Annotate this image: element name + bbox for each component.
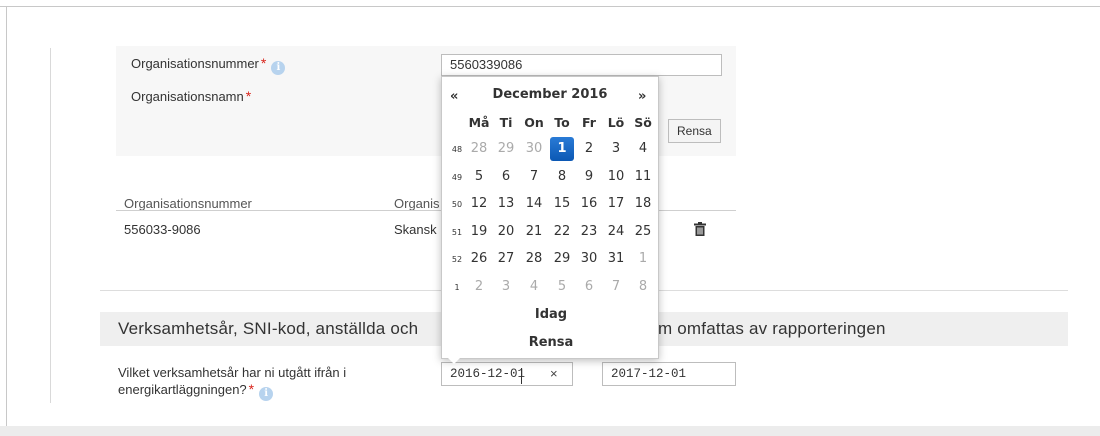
week-number: 49: [451, 172, 463, 182]
day-cell[interactable]: 29: [494, 137, 518, 161]
weekday-header: On: [524, 115, 544, 130]
day-cell[interactable]: 4: [522, 275, 546, 299]
weekday-header: Ti: [499, 115, 513, 130]
day-cell[interactable]: 3: [494, 275, 518, 299]
day-cell[interactable]: 21: [522, 220, 546, 244]
orgnr-label: Organisationsnummer * i: [131, 55, 286, 75]
week-number: 50: [451, 200, 463, 209]
question-line-2: energikartläggningen? * i: [118, 381, 418, 401]
text-cursor: [521, 368, 522, 384]
weekday-header: Lö: [607, 115, 625, 130]
window-top-border: [0, 6, 1100, 7]
info-icon[interactable]: i: [271, 61, 286, 75]
table-cell-orgname: Skansk: [394, 222, 437, 237]
day-cell[interactable]: 31: [604, 247, 628, 271]
next-month-button[interactable]: »: [638, 89, 646, 104]
day-cell[interactable]: 7: [522, 165, 546, 189]
day-cell[interactable]: 8: [550, 165, 574, 189]
weekday-header: Sö: [634, 115, 652, 130]
day-cell[interactable]: 13: [494, 192, 518, 216]
day-cell[interactable]: 2: [467, 275, 491, 299]
day-cell[interactable]: 3: [604, 137, 628, 161]
datepicker-popup: « December 2016 » Må Ti On To Fr Lö Sö 48 28 29 30…: [441, 76, 659, 359]
section-title-left: Verksamhetsår, SNI-kod, anställda och: [118, 319, 419, 338]
week-number: 48: [451, 145, 463, 154]
prev-month-button[interactable]: «: [450, 89, 458, 104]
day-cell[interactable]: 15: [550, 192, 574, 216]
week-number: 1: [454, 282, 460, 292]
day-cell[interactable]: 11: [631, 165, 655, 189]
clear-button[interactable]: Rensa: [668, 119, 721, 143]
section-title-right: om omfattas av rapporteringen: [648, 319, 886, 338]
day-cell[interactable]: 30: [577, 247, 601, 271]
week-number: 52: [451, 255, 463, 264]
orgnr-input[interactable]: 5560339086: [441, 54, 722, 76]
day-cell[interactable]: 5: [550, 275, 574, 299]
day-cell[interactable]: 24: [604, 220, 628, 244]
required-mark: *: [260, 55, 267, 71]
day-cell[interactable]: 28: [467, 137, 491, 161]
day-cell[interactable]: 1: [631, 247, 655, 271]
window-left-border: [6, 6, 7, 436]
day-cell[interactable]: 20: [494, 220, 518, 244]
today-button[interactable]: Idag: [442, 307, 660, 322]
day-cell[interactable]: 19: [467, 220, 491, 244]
day-cell[interactable]: 17: [604, 192, 628, 216]
day-cell[interactable]: 4: [631, 137, 655, 161]
week-number: 51: [451, 227, 463, 237]
section-left-rule: [50, 48, 51, 403]
orgname-label: Organisationsnamn *: [131, 88, 251, 104]
window-bottom-bar: [0, 426, 1100, 436]
day-cell[interactable]: 10: [604, 165, 628, 189]
fiscal-year-question: Vilket verksamhetsår har ni utgått ifrån…: [118, 364, 418, 401]
datepicker-month-title[interactable]: December 2016: [490, 87, 610, 102]
required-mark: *: [245, 88, 252, 104]
datepicker-pointer: [448, 358, 460, 364]
trash-icon[interactable]: [694, 222, 706, 236]
question-line-2-text: energikartläggningen?: [118, 382, 247, 397]
day-cell[interactable]: 27: [494, 247, 518, 271]
weekday-header: To: [554, 115, 570, 130]
day-cell[interactable]: 2: [577, 137, 601, 161]
info-icon[interactable]: i: [259, 387, 274, 401]
day-cell[interactable]: 28: [522, 247, 546, 271]
day-cell[interactable]: 14: [522, 192, 546, 216]
day-cell[interactable]: 30: [522, 137, 546, 161]
day-cell[interactable]: 23: [577, 220, 601, 244]
day-cell[interactable]: 18: [631, 192, 655, 216]
end-date-input[interactable]: 2017-12-01: [602, 362, 736, 386]
day-cell-selected[interactable]: 1: [550, 137, 574, 161]
datepicker-clear-button[interactable]: Rensa: [442, 335, 660, 350]
day-cell[interactable]: 6: [577, 275, 601, 299]
day-cell[interactable]: 12: [467, 192, 491, 216]
orgname-label-text: Organisationsnamn: [131, 89, 244, 104]
weekday-header: Fr: [582, 115, 596, 130]
question-line-1: Vilket verksamhetsår har ni utgått ifrån…: [118, 365, 347, 380]
day-cell[interactable]: 22: [550, 220, 574, 244]
day-cell[interactable]: 26: [467, 247, 491, 271]
day-cell[interactable]: 9: [577, 165, 601, 189]
day-cell[interactable]: 16: [577, 192, 601, 216]
orgnr-label-text: Organisationsnummer: [131, 56, 259, 71]
day-cell[interactable]: 6: [494, 165, 518, 189]
table-header-orgname: Organis: [394, 196, 440, 211]
table-cell-orgnr: 556033-9086: [124, 222, 201, 237]
orgname-input[interactable]: [660, 84, 722, 106]
table-header-orgnr: Organisationsnummer: [124, 196, 252, 211]
weekday-header: Må: [468, 115, 490, 130]
required-mark: *: [248, 381, 255, 397]
day-cell[interactable]: 5: [467, 165, 491, 189]
day-cell[interactable]: 25: [631, 220, 655, 244]
day-cell[interactable]: 7: [604, 275, 628, 299]
clear-date-button[interactable]: ×: [550, 366, 558, 381]
day-cell[interactable]: 29: [550, 247, 574, 271]
day-cell[interactable]: 8: [631, 275, 655, 299]
